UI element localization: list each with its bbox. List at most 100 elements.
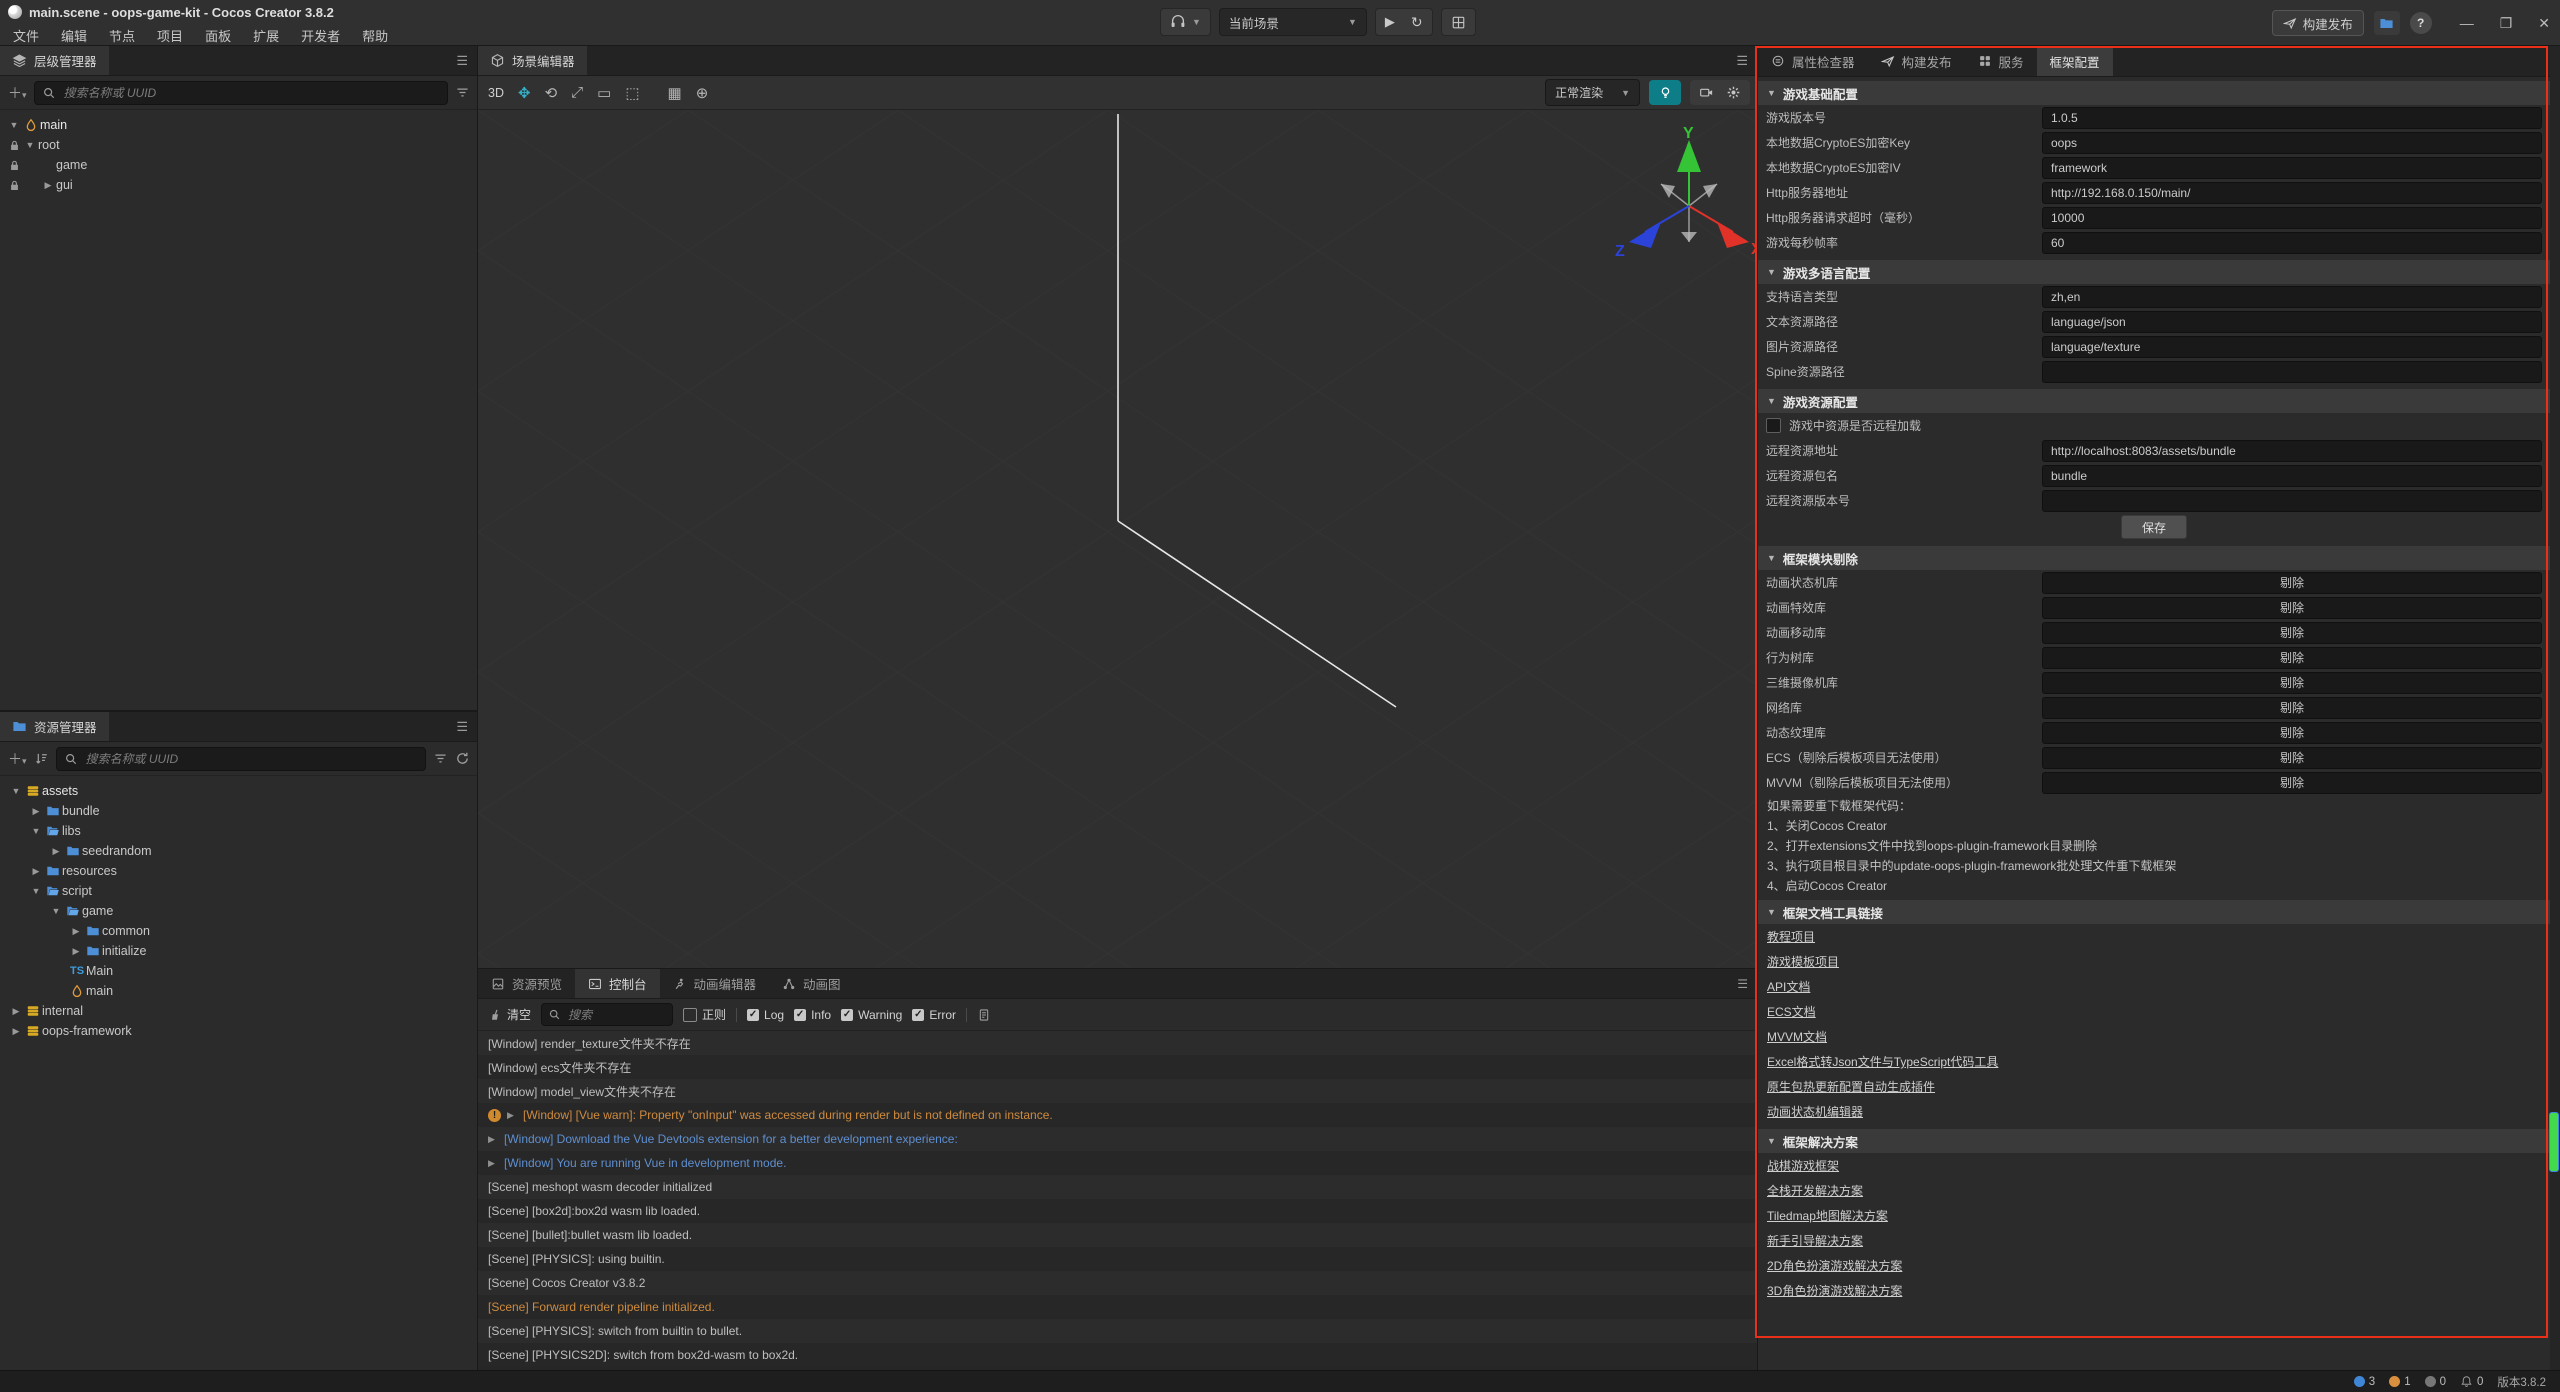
menu-panel[interactable]: 面板 — [194, 24, 242, 46]
tree-node-bundle[interactable]: ▶ bundle — [0, 801, 478, 821]
spine-res-path-input[interactable] — [2042, 361, 2542, 383]
link-excel-tool[interactable]: Excel格式转Json文件与TypeScript代码工具 — [1758, 1049, 2550, 1074]
log-row-pipeline[interactable]: [Scene] Forward render pipeline initiali… — [478, 1295, 1758, 1319]
inspector-scrollbar[interactable] — [2550, 46, 2560, 1370]
refresh-icon[interactable] — [455, 751, 470, 766]
assets-search-input[interactable] — [84, 751, 418, 767]
build-publish-button[interactable]: 构建发布 — [2272, 10, 2364, 36]
section-solutions[interactable]: ▼ 框架解决方案 — [1758, 1129, 2550, 1153]
tree-node-oops-framework[interactable]: ▶ oops-framework — [0, 1021, 478, 1041]
image-res-path-input[interactable] — [2042, 336, 2542, 358]
hierarchy-search[interactable] — [34, 81, 448, 105]
tab-animation-editor[interactable]: 动画编辑器 — [660, 969, 770, 998]
rect-tool-icon[interactable]: ▭ — [597, 84, 611, 102]
tree-node-gui[interactable]: ▶ gui — [0, 175, 478, 195]
chevron-down-icon[interactable]: ▼ — [48, 906, 64, 916]
chevron-right-icon[interactable]: ▶ — [488, 1134, 498, 1145]
tab-console[interactable]: 控制台 — [575, 969, 660, 998]
remove-module-button[interactable]: 剔除 — [2042, 572, 2542, 594]
remote-bundle-input[interactable] — [2042, 465, 2542, 487]
scene-select[interactable]: 当前场景 ▼ — [1219, 8, 1367, 36]
link-tactics-framework[interactable]: 战棋游戏框架 — [1758, 1153, 2550, 1178]
gizmo-tool-icon[interactable]: ⬚ — [625, 84, 639, 102]
render-mode-select[interactable]: 正常渲染 ▼ — [1545, 79, 1640, 106]
tree-node-main-scene[interactable]: main — [0, 981, 478, 1001]
crypto-key-input[interactable] — [2042, 132, 2542, 154]
chevron-right-icon[interactable]: ▶ — [488, 1158, 498, 1169]
tree-node-resources[interactable]: ▶ resources — [0, 861, 478, 881]
section-i18n[interactable]: ▼ 游戏多语言配置 — [1758, 260, 2550, 284]
tree-node-main[interactable]: ▼ main — [0, 115, 478, 135]
link-animator-editor[interactable]: 动画状态机编辑器 — [1758, 1099, 2550, 1124]
log-row[interactable]: [Window] render_texture文件夹不存在 — [478, 1031, 1758, 1055]
tab-animation-graph[interactable]: 动画图 — [769, 969, 854, 998]
create-asset-button[interactable]: ＋▾ — [8, 752, 27, 766]
step-button[interactable]: ↻ — [1411, 14, 1423, 31]
log-row[interactable]: [Scene] [PHYSICS]: switch from builtin t… — [478, 1319, 1758, 1343]
chevron-right-icon[interactable]: ▶ — [40, 180, 56, 191]
menu-node[interactable]: 节点 — [98, 24, 146, 46]
remove-module-button[interactable]: 剔除 — [2042, 697, 2542, 719]
fps-input[interactable] — [2042, 232, 2542, 254]
chevron-right-icon[interactable]: ▶ — [507, 1110, 517, 1121]
filter-warning-checkbox[interactable]: ✓ Warning — [841, 1008, 902, 1022]
panel-menu-icon[interactable]: ☰ — [1736, 53, 1748, 69]
log-count-badge[interactable]: 3 — [2354, 1376, 2375, 1388]
camera-icon[interactable] — [1699, 85, 1714, 100]
chevron-right-icon[interactable]: ▶ — [68, 926, 84, 937]
chevron-right-icon[interactable]: ▶ — [28, 866, 44, 877]
filter-icon[interactable] — [455, 85, 470, 100]
play-button[interactable]: ▶ — [1385, 14, 1395, 30]
error-count-badge[interactable]: 0 — [2425, 1376, 2446, 1388]
assets-search[interactable] — [56, 747, 426, 771]
link-fullstack-solution[interactable]: 全栈开发解决方案 — [1758, 1178, 2550, 1203]
orientation-gizmo[interactable]: Y X Z — [1609, 126, 1758, 276]
tab-services[interactable]: 服务 — [1965, 46, 2037, 76]
tree-node-main-ts[interactable]: TS Main — [0, 961, 478, 981]
close-button[interactable]: ✕ — [2538, 15, 2550, 32]
section-game-res[interactable]: ▼ 游戏资源配置 — [1758, 389, 2550, 413]
filter-error-checkbox[interactable]: ✓ Error — [912, 1008, 956, 1022]
preview-window-button[interactable] — [1441, 8, 1476, 36]
chevron-right-icon[interactable]: ▶ — [48, 846, 64, 857]
preview-platform-button[interactable]: ▼ — [1160, 8, 1211, 36]
chevron-right-icon[interactable]: ▶ — [8, 1026, 24, 1037]
chevron-down-icon[interactable]: ▼ — [28, 886, 44, 896]
lock-icon[interactable] — [6, 139, 22, 152]
http-server-input[interactable] — [2042, 182, 2542, 204]
filter-info-checkbox[interactable]: ✓ Info — [794, 1008, 831, 1022]
console-search-input[interactable] — [566, 1007, 650, 1023]
console-search[interactable] — [541, 1003, 673, 1026]
log-row-info[interactable]: ▶ [Window] You are running Vue in develo… — [478, 1151, 1758, 1175]
log-row[interactable]: [Window] model_view文件夹不存在 — [478, 1079, 1758, 1103]
log-row[interactable]: [Scene] [box2d]:box2d wasm lib loaded. — [478, 1199, 1758, 1223]
menu-extension[interactable]: 扩展 — [242, 24, 290, 46]
link-3drpg-solution[interactable]: 3D角色扮演游戏解决方案 — [1758, 1278, 2550, 1303]
open-project-folder-button[interactable] — [2374, 11, 2400, 35]
remove-module-button[interactable]: 剔除 — [2042, 622, 2542, 644]
tree-node-libs[interactable]: ▼ libs — [0, 821, 478, 841]
tree-node-common[interactable]: ▶ common — [0, 921, 478, 941]
link-hotupdate-plugin[interactable]: 原生包热更新配置自动生成插件 — [1758, 1074, 2550, 1099]
log-row[interactable]: [Scene] meshopt wasm decoder initialized — [478, 1175, 1758, 1199]
coordinate-toggle-icon[interactable]: ⊕ — [696, 84, 709, 102]
remove-module-button[interactable]: 剔除 — [2042, 597, 2542, 619]
log-row[interactable]: [Scene] [PHYSICS]: using builtin. — [478, 1247, 1758, 1271]
warning-count-badge[interactable]: 1 — [2389, 1376, 2410, 1388]
tree-node-assets[interactable]: ▼ assets — [0, 781, 478, 801]
tree-node-script[interactable]: ▼ script — [0, 881, 478, 901]
chevron-right-icon[interactable]: ▶ — [28, 806, 44, 817]
scene-tab[interactable]: 场景编辑器 — [478, 46, 587, 75]
menu-file[interactable]: 文件 — [2, 24, 50, 46]
tree-node-initialize[interactable]: ▶ initialize — [0, 941, 478, 961]
lock-icon[interactable] — [6, 159, 22, 172]
link-ecs-docs[interactable]: ECS文档 — [1758, 999, 2550, 1024]
log-row[interactable]: [Window] ecs文件夹不存在 — [478, 1055, 1758, 1079]
gear-icon[interactable] — [1726, 85, 1741, 100]
chevron-right-icon[interactable]: ▶ — [68, 946, 84, 957]
tab-property-inspector[interactable]: 属性检查器 — [1758, 46, 1868, 76]
hierarchy-search-input[interactable] — [62, 85, 440, 101]
panel-menu-icon[interactable]: ☰ — [456, 53, 468, 69]
tree-node-game[interactable]: ▼ game — [0, 901, 478, 921]
chevron-down-icon[interactable]: ▼ — [28, 826, 44, 836]
